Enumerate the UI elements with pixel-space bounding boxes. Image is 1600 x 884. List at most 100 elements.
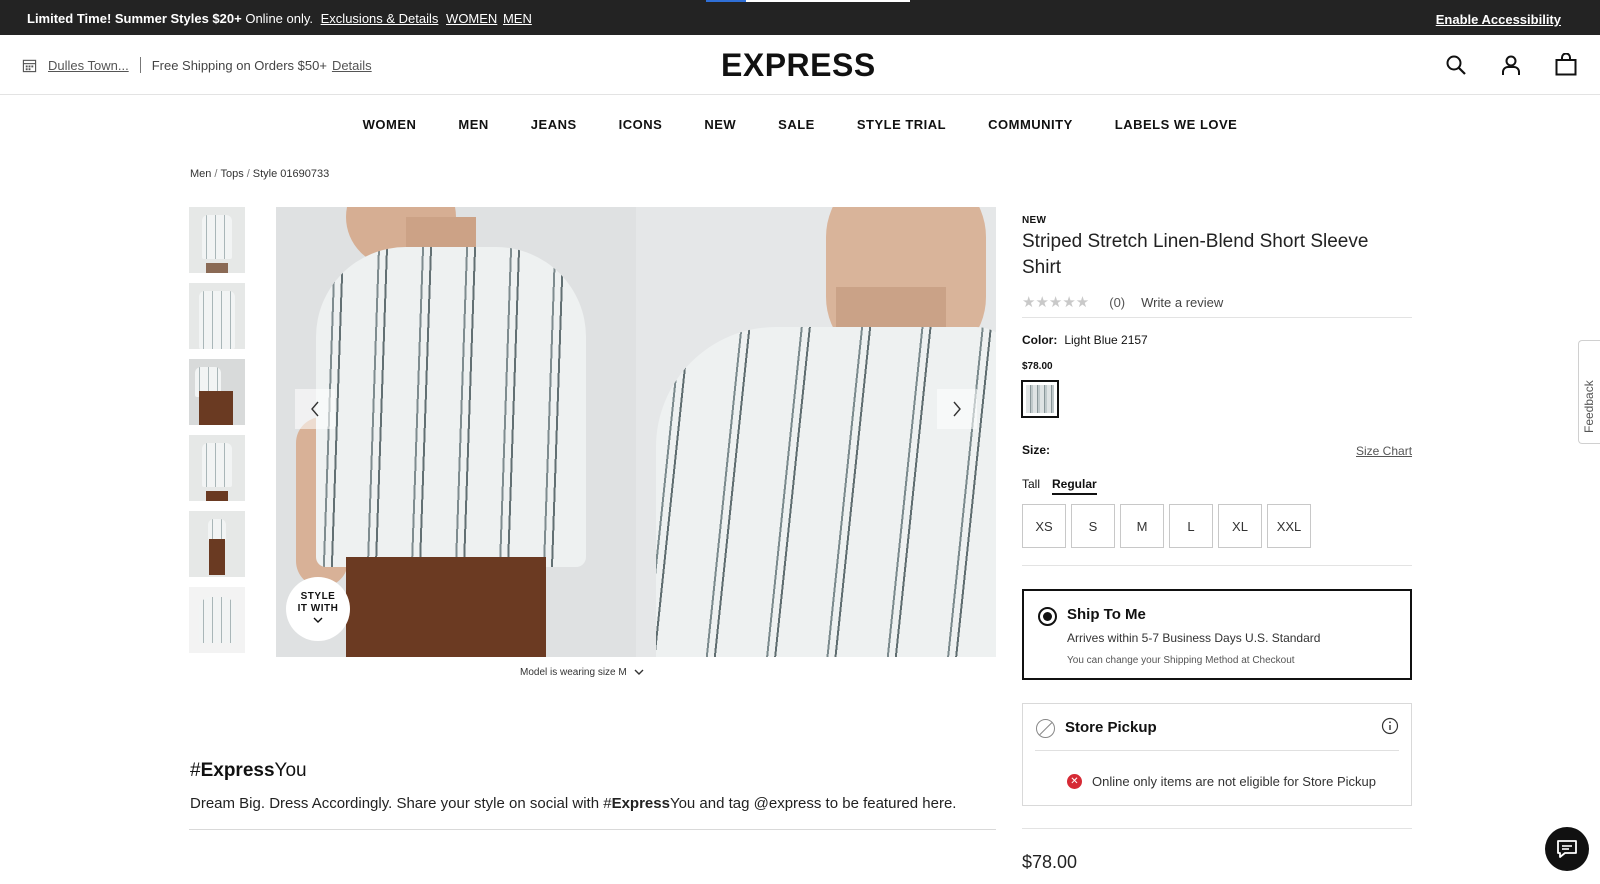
size-label: Size: [1022,443,1051,457]
store-selector-link[interactable]: Dulles Town... [48,58,129,73]
express-you-brand: Express [200,760,275,781]
thumbnail-2[interactable] [189,283,245,349]
color-swatch-light-blue[interactable] [1021,380,1059,418]
nav-style-trial[interactable]: STYLE TRIAL [836,117,967,132]
express-you-hash: # [190,760,201,781]
express-logo[interactable]: EXPRESS [721,47,876,84]
divider [1035,750,1399,751]
ship-to-me-option[interactable]: Ship To Me Arrives within 5-7 Business D… [1022,589,1412,680]
nav-sale[interactable]: SALE [757,117,836,132]
store-pickup-title: Store Pickup [1065,719,1157,736]
promo-women-link[interactable]: WOMEN [446,11,497,26]
pickup-radio-disabled [1036,719,1055,738]
thumbnail-6[interactable] [189,587,245,653]
style-it-with-button[interactable]: STYLE IT WITH [286,577,350,641]
color-value: Light Blue 2157 [1064,333,1148,347]
pickup-error-text: Online only items are not eligible for S… [1092,774,1376,789]
breadcrumb: Men / Tops / Style 01690733 [190,168,330,180]
style-it-line2: IT WITH [297,603,339,614]
nav-labels-we-love[interactable]: LABELS WE LOVE [1094,117,1259,132]
chevron-down-icon [313,617,323,623]
ship-change-note: You can change your Shipping Method at C… [1067,655,1295,666]
main-nav: WOMEN MEN JEANS ICONS NEW SALE STYLE TRI… [0,117,1600,132]
product-price: $78.00 [1022,852,1078,872]
new-badge: NEW [1022,215,1047,226]
size-xs-button[interactable]: XS [1022,504,1066,548]
promo-bar: Limited Time! Summer Styles $20+ Online … [0,0,1600,35]
store-icon [22,59,37,72]
express-you-heading: #ExpressYou [190,760,307,782]
thumbnail-4[interactable] [189,435,245,501]
fit-tab-tall[interactable]: Tall [1022,477,1040,495]
thumbnail-3[interactable] [189,359,245,425]
search-icon[interactable] [1444,53,1468,77]
feedback-tab[interactable]: Feedback [1578,340,1600,444]
promo-headline: Limited Time! Summer Styles $20+ [27,11,242,26]
breadcrumb-men[interactable]: Men [190,168,211,180]
style-it-line1: STYLE [300,591,336,602]
promo-text: Limited Time! Summer Styles $20+ Online … [27,11,532,26]
nav-men[interactable]: MEN [437,117,509,132]
fit-tab-regular[interactable]: Regular [1052,477,1097,495]
size-options: XS S M L XL XXL [1022,504,1311,548]
model-size-note: Model is wearing size M [520,667,627,678]
nav-icons[interactable]: ICONS [598,117,684,132]
feedback-label: Feedback [1582,380,1596,433]
store-info: Dulles Town... Free Shipping on Orders $… [22,57,372,73]
product-image-gallery: STYLE IT WITH [276,207,996,657]
promo-online-note: Online only. [241,11,314,26]
previous-image-button[interactable] [295,389,335,429]
bag-icon[interactable] [1554,52,1578,77]
nav-jeans[interactable]: JEANS [510,117,598,132]
ship-to-me-title: Ship To Me [1067,606,1146,623]
model-size-toggle[interactable]: Model is wearing size M [520,667,644,678]
color-label: Color: [1022,333,1058,347]
divider [139,57,141,73]
ship-radio-selected[interactable] [1038,607,1057,626]
error-icon: ✕ [1067,774,1082,789]
size-l-button[interactable]: L [1169,504,1213,548]
express-you-text-brand: Express [611,795,670,812]
thumbnail-5[interactable] [189,511,245,577]
product-image-detail [636,207,996,657]
size-s-button[interactable]: S [1071,504,1115,548]
size-chart-link[interactable]: Size Chart [1356,444,1412,458]
swatch-price: $78.00 [1022,361,1053,372]
enable-accessibility-link[interactable]: Enable Accessibility [1436,12,1561,27]
thumbnail-list [189,207,245,663]
divider [189,829,996,830]
size-xl-button[interactable]: XL [1218,504,1262,548]
write-review-link[interactable]: Write a review [1141,295,1223,310]
rating-row: ★★★★★ (0) Write a review [1022,293,1223,311]
express-you-text-after: You and tag @express to be featured here… [669,795,957,812]
exclusions-link[interactable]: Exclusions & Details [321,11,439,26]
express-you-text: Dream Big. Dress Accordingly. Share your… [190,795,956,812]
chevron-left-icon [311,401,319,417]
nav-women[interactable]: WOMEN [342,117,438,132]
fit-tabs: Tall Regular [1022,477,1097,495]
pickup-error-message: ✕ Online only items are not eligible for… [1067,774,1376,789]
nav-community[interactable]: COMMUNITY [967,117,1094,132]
express-you-text-before: Dream Big. Dress Accordingly. Share your… [190,795,612,812]
color-row: Color: Light Blue 2157 [1022,333,1148,347]
thumbnail-1[interactable] [189,207,245,273]
chevron-right-icon [953,401,961,417]
divider [1022,565,1412,566]
nav-new[interactable]: NEW [683,117,757,132]
utility-header: Dulles Town... Free Shipping on Orders $… [0,35,1600,95]
divider [1022,828,1412,829]
header-icons [1444,52,1578,77]
size-xxl-button[interactable]: XXL [1267,504,1311,548]
next-image-button[interactable] [937,389,977,429]
info-icon[interactable] [1381,717,1399,735]
size-m-button[interactable]: M [1120,504,1164,548]
chat-button[interactable] [1545,827,1589,871]
promo-men-link[interactable]: MEN [503,11,532,26]
ship-arrival-text: Arrives within 5-7 Business Days U.S. St… [1067,631,1321,645]
breadcrumb-tops[interactable]: Tops [220,168,243,180]
rating-stars[interactable]: ★★★★★ [1022,293,1089,311]
account-icon[interactable] [1499,53,1523,77]
shipping-details-link[interactable]: Details [332,58,372,73]
product-title: Striped Stretch Linen-Blend Short Sleeve… [1022,231,1369,278]
free-shipping-text: Free Shipping on Orders $50+ [151,57,327,73]
